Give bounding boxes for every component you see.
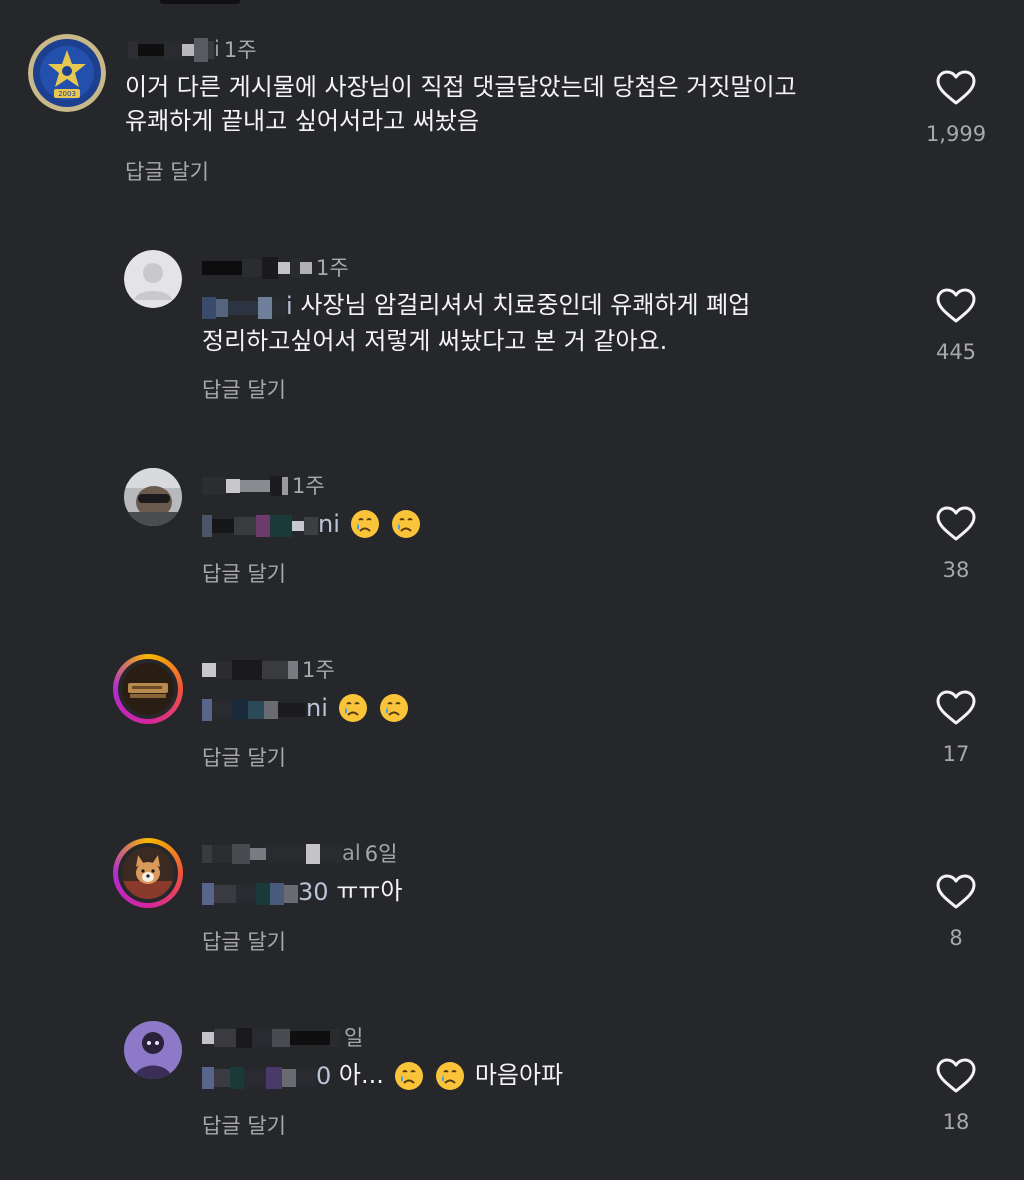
like-count: 1,999 <box>925 122 987 146</box>
comment-text-line: ni <box>202 690 922 726</box>
heart-outline-icon <box>936 288 976 323</box>
crying-face-emoji <box>338 694 367 722</box>
mention-link[interactable]: i <box>202 289 293 324</box>
reply-button[interactable]: 답글 달기 <box>202 558 286 588</box>
comment-text-line: 유쾌하게 끝내고 싶어서라고 써놨음 <box>125 107 480 135</box>
comment-text: 이거 다른 게시물에 사장님이 직접 댓글달았는데 당첨은 거짓말이고 유쾌하게… <box>125 70 915 138</box>
comment-text: i 사장님 암걸리셔서 치료중인데 유쾌하게 폐업 정리하고싶어서 저렇게 써놨… <box>202 288 922 358</box>
crying-face-emoji <box>380 694 409 722</box>
like-button[interactable]: 8 <box>921 874 991 950</box>
username-fragment: i <box>214 37 220 61</box>
car-selfie-avatar <box>124 468 182 526</box>
comment-time: 1주 <box>223 38 257 62</box>
default-user-avatar <box>124 250 182 308</box>
comment-text: 0 아... 마음아파 <box>202 1058 922 1094</box>
avatar[interactable] <box>124 1021 182 1079</box>
comment-text-line: ni <box>202 506 922 542</box>
comment-time: 1주 <box>316 256 349 280</box>
like-button[interactable]: 445 <box>921 288 991 364</box>
comment-meta: 일 <box>202 1022 363 1052</box>
mention-fragment: i <box>286 291 293 320</box>
comment-text-line: 이거 다른 게시물에 사장님이 직접 댓글달았는데 당첨은 거짓말이고 <box>125 73 797 101</box>
avatar[interactable] <box>124 250 182 308</box>
crying-face-emoji <box>394 1062 423 1090</box>
comment-text-span: 마음아파 <box>474 1061 564 1089</box>
mention-link[interactable]: 30 <box>202 875 329 910</box>
avatar[interactable] <box>113 838 183 908</box>
like-count: 17 <box>942 742 970 766</box>
heart-outline-icon <box>936 1058 976 1093</box>
mention-link[interactable]: ni <box>202 507 340 542</box>
mention-fragment: 30 <box>298 877 329 906</box>
like-count: 8 <box>949 926 963 950</box>
like-button[interactable]: 1,999 <box>921 70 991 146</box>
mention-fragment: ni <box>318 509 340 538</box>
svg-text:2003: 2003 <box>58 90 76 98</box>
corgi-avatar <box>122 847 174 899</box>
like-button[interactable]: 17 <box>921 690 991 766</box>
blurred-username[interactable] <box>202 841 342 865</box>
blurred-username[interactable] <box>128 37 214 62</box>
comment-time: 6일 <box>364 842 398 866</box>
mention-link[interactable]: 0 <box>202 1059 331 1094</box>
heart-outline-icon <box>936 70 976 105</box>
like-button[interactable]: 38 <box>921 506 991 582</box>
mention-fragment: ni <box>306 693 328 722</box>
comment-text-span: ㅠㅠ아 <box>336 877 403 905</box>
comment-text-line: 30 ㅠㅠ아 <box>202 874 922 910</box>
username-fragment: al <box>342 841 361 865</box>
comment-text: ni <box>202 506 922 542</box>
comment-time: 1주 <box>292 474 325 498</box>
comment-text: ni <box>202 690 922 726</box>
crying-face-emoji <box>350 510 379 538</box>
comment-text-line: i 사장님 암걸리셔서 치료중인데 유쾌하게 폐업 <box>202 288 922 324</box>
object-photo-avatar <box>122 663 174 715</box>
heart-outline-icon <box>936 506 976 541</box>
comment-meta: i 1주 <box>128 34 257 64</box>
comment-meta: 1주 <box>202 654 335 684</box>
like-count: 38 <box>942 558 970 582</box>
reply-button[interactable]: 답글 달기 <box>202 1110 286 1140</box>
heart-outline-icon <box>936 690 976 725</box>
crying-face-emoji <box>392 510 421 538</box>
comment-text: 30 ㅠㅠ아 <box>202 874 922 910</box>
reply-button[interactable]: 답글 달기 <box>202 374 286 404</box>
reply-button[interactable]: 답글 달기 <box>202 926 286 956</box>
comment-meta: 1주 <box>202 252 349 282</box>
blurred-username[interactable] <box>202 473 288 497</box>
character-avatar <box>124 1021 182 1079</box>
club-emblem-avatar: 2003 <box>28 34 106 112</box>
avatar[interactable]: 2003 <box>28 34 106 112</box>
comment-time: 일 <box>344 1026 364 1050</box>
comment-text-line: 0 아... 마음아파 <box>202 1058 922 1094</box>
reply-button[interactable]: 답글 달기 <box>125 156 209 186</box>
crying-face-emoji <box>436 1062 465 1090</box>
comment-text-span: 사장님 암걸리셔서 치료중인데 유쾌하게 폐업 <box>300 291 751 319</box>
like-count: 18 <box>942 1110 970 1134</box>
like-button[interactable]: 18 <box>921 1058 991 1134</box>
avatar[interactable] <box>113 654 183 724</box>
blurred-username[interactable] <box>202 657 298 681</box>
mention-link[interactable]: ni <box>202 691 328 726</box>
comment-text-line: 정리하고싶어서 저렇게 써놨다고 본 거 같아요. <box>202 326 668 355</box>
heart-outline-icon <box>936 874 976 909</box>
mention-fragment: 0 <box>316 1061 332 1090</box>
previous-item-edge <box>160 0 240 4</box>
like-count: 445 <box>935 340 977 364</box>
avatar[interactable] <box>124 468 182 526</box>
comment-time: 1주 <box>302 658 335 682</box>
comment-text-span: 아... <box>338 1061 384 1089</box>
reply-button[interactable]: 답글 달기 <box>202 742 286 772</box>
comment-meta: al 6일 <box>202 838 397 868</box>
blurred-username[interactable] <box>202 1025 340 1049</box>
blurred-username[interactable] <box>202 255 312 279</box>
comment-meta: 1주 <box>202 470 325 500</box>
